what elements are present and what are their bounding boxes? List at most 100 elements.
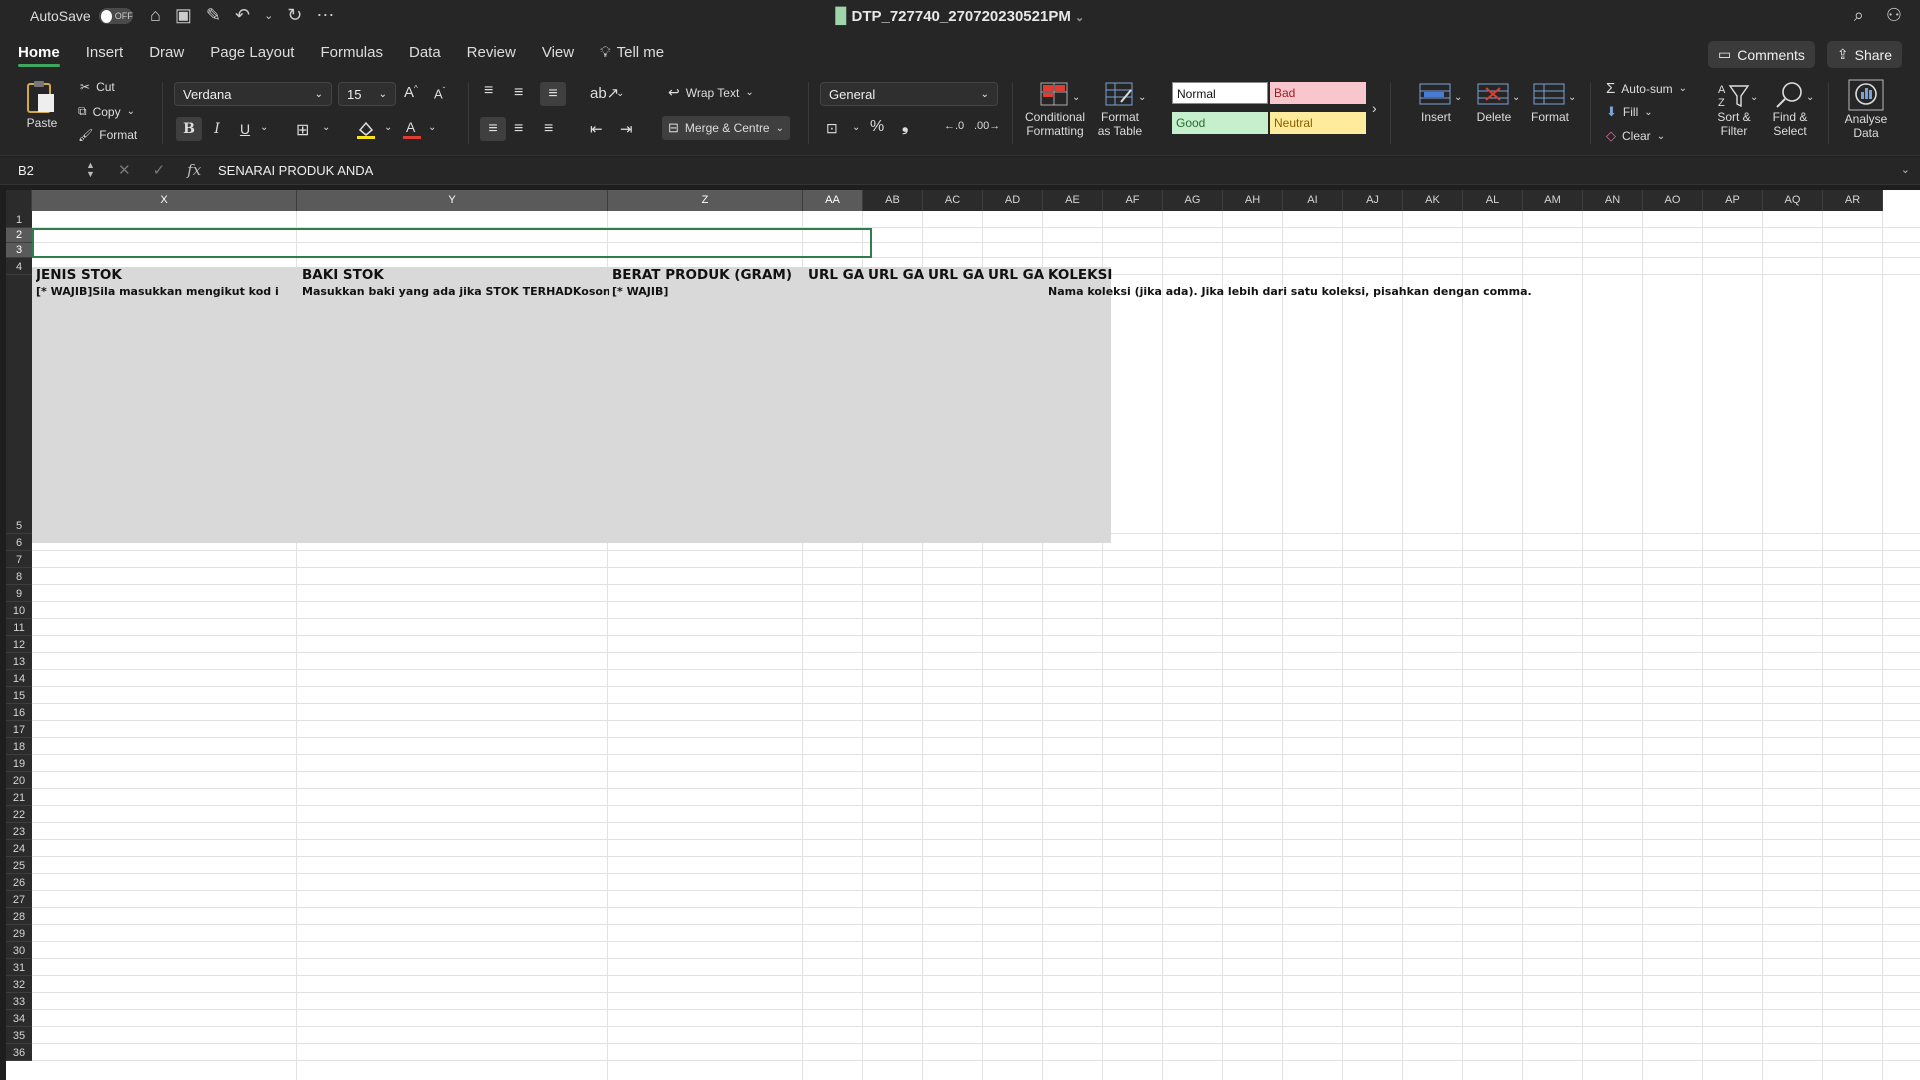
column-header[interactable]: AJ bbox=[1343, 190, 1403, 211]
autosum-button[interactable]: Σ Auto-sum ⌄ bbox=[1606, 80, 1687, 97]
column-header[interactable]: AA bbox=[803, 190, 863, 211]
selected-range[interactable] bbox=[32, 228, 872, 258]
align-left-icon[interactable]: ≡ bbox=[480, 117, 506, 141]
spreadsheet-grid[interactable]: X Y Z AA AB AC AD AE AF AG AH AI AJ AK AL AM AN AO AP AQ AR … bbox=[6, 190, 1920, 1080]
row-header[interactable]: 13 bbox=[6, 653, 32, 670]
select-all-corner[interactable] bbox=[6, 190, 32, 211]
styles-more-icon[interactable]: › bbox=[1372, 100, 1377, 116]
tab-view[interactable]: View bbox=[542, 44, 574, 67]
column-header[interactable]: AL bbox=[1463, 190, 1523, 211]
expand-formula-icon[interactable]: ⌄ bbox=[1901, 163, 1910, 176]
tab-page-layout[interactable]: Page Layout bbox=[210, 44, 294, 67]
format-as-table-button[interactable]: Format as Table bbox=[1092, 80, 1148, 138]
decrease-decimal-icon[interactable]: .00→ bbox=[974, 120, 1000, 132]
row-header[interactable]: 20 bbox=[6, 772, 32, 789]
row-header[interactable]: 2 bbox=[6, 228, 32, 243]
row-header[interactable]: 4 bbox=[6, 258, 32, 275]
cell-ab4[interactable]: URL GA bbox=[868, 267, 928, 283]
align-center-icon[interactable]: ≡ bbox=[514, 120, 523, 138]
find-select-dropdown-icon[interactable]: ⌄ bbox=[1806, 92, 1814, 103]
cell-ad4[interactable]: URL GA bbox=[988, 267, 1048, 283]
style-normal[interactable]: Normal bbox=[1172, 82, 1268, 104]
align-bottom-icon[interactable]: ≡ bbox=[540, 82, 566, 106]
row-header[interactable]: 7 bbox=[6, 551, 32, 568]
row-header[interactable]: 24 bbox=[6, 840, 32, 857]
currency-dropdown-icon[interactable]: ⌄ bbox=[852, 122, 860, 133]
row-header[interactable]: 21 bbox=[6, 789, 32, 806]
cell-z4[interactable]: BERAT PRODUK (GRAM) bbox=[612, 267, 812, 283]
column-header[interactable]: AQ bbox=[1763, 190, 1823, 211]
sort-filter-dropdown-icon[interactable]: ⌄ bbox=[1750, 92, 1758, 103]
row-header[interactable]: 1 bbox=[6, 211, 32, 228]
row-header[interactable]: 18 bbox=[6, 738, 32, 755]
cell-x4[interactable]: JENIS STOK bbox=[36, 267, 301, 283]
decrease-font-icon[interactable]: Aˇ bbox=[434, 86, 445, 101]
format-table-dropdown-icon[interactable]: ⌄ bbox=[1138, 92, 1146, 103]
comments-button[interactable]: ▭ Comments bbox=[1707, 41, 1815, 68]
row-header[interactable]: 23 bbox=[6, 823, 32, 840]
fill-button[interactable]: ⬇ Fill ⌄ bbox=[1606, 104, 1653, 120]
font-name-dropdown[interactable]: Verdana ⌄ bbox=[174, 82, 332, 106]
underline-button[interactable]: U bbox=[232, 117, 258, 141]
column-header[interactable]: X bbox=[32, 190, 297, 211]
insert-dropdown-icon[interactable]: ⌄ bbox=[1454, 92, 1462, 103]
fill-color-icon[interactable] bbox=[356, 118, 376, 140]
column-header[interactable]: Z bbox=[608, 190, 803, 211]
column-header[interactable]: AE bbox=[1043, 190, 1103, 211]
row-header[interactable]: 17 bbox=[6, 721, 32, 738]
bold-button[interactable]: B bbox=[176, 117, 202, 141]
tab-review[interactable]: Review bbox=[467, 44, 516, 67]
increase-font-icon[interactable]: A^ bbox=[404, 84, 418, 101]
style-bad[interactable]: Bad bbox=[1270, 82, 1366, 104]
cancel-icon[interactable]: ✕ bbox=[118, 161, 131, 179]
format-dropdown-icon[interactable]: ⌄ bbox=[1568, 92, 1576, 103]
cell-aa4[interactable]: URL GA bbox=[808, 267, 868, 283]
comma-icon[interactable]: ❟ bbox=[902, 118, 908, 136]
row-header[interactable]: 34 bbox=[6, 1010, 32, 1027]
column-header[interactable]: AF bbox=[1103, 190, 1163, 211]
borders-dropdown-icon[interactable]: ⌄ bbox=[322, 122, 330, 133]
account-icon[interactable]: ⚇ bbox=[1886, 5, 1902, 26]
row-header[interactable]: 14 bbox=[6, 670, 32, 687]
row-header[interactable]: 36 bbox=[6, 1044, 32, 1061]
row-header[interactable]: 30 bbox=[6, 942, 32, 959]
name-box-stepper-icon[interactable]: ▲ ▼ bbox=[86, 161, 95, 179]
format-painter-button[interactable]: 🖌︎ Format bbox=[78, 128, 137, 142]
analyse-data-button[interactable]: Analyse Data bbox=[1838, 78, 1894, 140]
style-good[interactable]: Good bbox=[1172, 112, 1268, 134]
column-header[interactable]: AR bbox=[1823, 190, 1883, 211]
name-box[interactable]: B2 bbox=[10, 161, 98, 181]
font-color-dropdown-icon[interactable]: ⌄ bbox=[428, 122, 436, 133]
row-header[interactable]: 25 bbox=[6, 857, 32, 874]
column-header[interactable]: AM bbox=[1523, 190, 1583, 211]
column-header[interactable]: AH bbox=[1223, 190, 1283, 211]
italic-button[interactable]: I bbox=[204, 117, 230, 141]
row-header[interactable]: 15 bbox=[6, 687, 32, 704]
row-header[interactable]: 31 bbox=[6, 959, 32, 976]
share-button[interactable]: ⇪ Share bbox=[1826, 41, 1902, 68]
row-header[interactable]: 5 bbox=[6, 275, 32, 534]
row-header[interactable]: 8 bbox=[6, 568, 32, 585]
row-header[interactable]: 22 bbox=[6, 806, 32, 823]
cell-ae4-note[interactable]: Nama koleksi (jika ada). Jika lebih dari… bbox=[1048, 285, 1568, 298]
tell-me[interactable]: 💡︎ Tell me bbox=[600, 44, 664, 67]
row-header[interactable]: 12 bbox=[6, 636, 32, 653]
tab-draw[interactable]: Draw bbox=[149, 44, 184, 67]
row-header[interactable]: 3 bbox=[6, 243, 32, 258]
column-header[interactable]: Y bbox=[297, 190, 608, 211]
conditional-formatting-button[interactable]: Conditional Formatting bbox=[1022, 80, 1088, 138]
column-header[interactable]: AG bbox=[1163, 190, 1223, 211]
row-header[interactable]: 9 bbox=[6, 585, 32, 602]
column-header[interactable]: AP bbox=[1703, 190, 1763, 211]
increase-decimal-icon[interactable]: ←.0 bbox=[944, 120, 964, 132]
decrease-indent-icon[interactable]: ⇤ bbox=[590, 120, 603, 138]
find-select-button[interactable]: Find & Select bbox=[1762, 80, 1818, 138]
percent-icon[interactable]: % bbox=[870, 118, 884, 136]
row-header[interactable]: 16 bbox=[6, 704, 32, 721]
number-format-dropdown[interactable]: General ⌄ bbox=[820, 82, 998, 106]
style-neutral[interactable]: Neutral bbox=[1270, 112, 1366, 134]
column-header[interactable]: AO bbox=[1643, 190, 1703, 211]
row-header[interactable]: 32 bbox=[6, 976, 32, 993]
formula-input[interactable]: SENARAI PRODUK ANDA bbox=[218, 163, 373, 178]
font-size-dropdown[interactable]: 15 ⌄ bbox=[338, 82, 396, 106]
